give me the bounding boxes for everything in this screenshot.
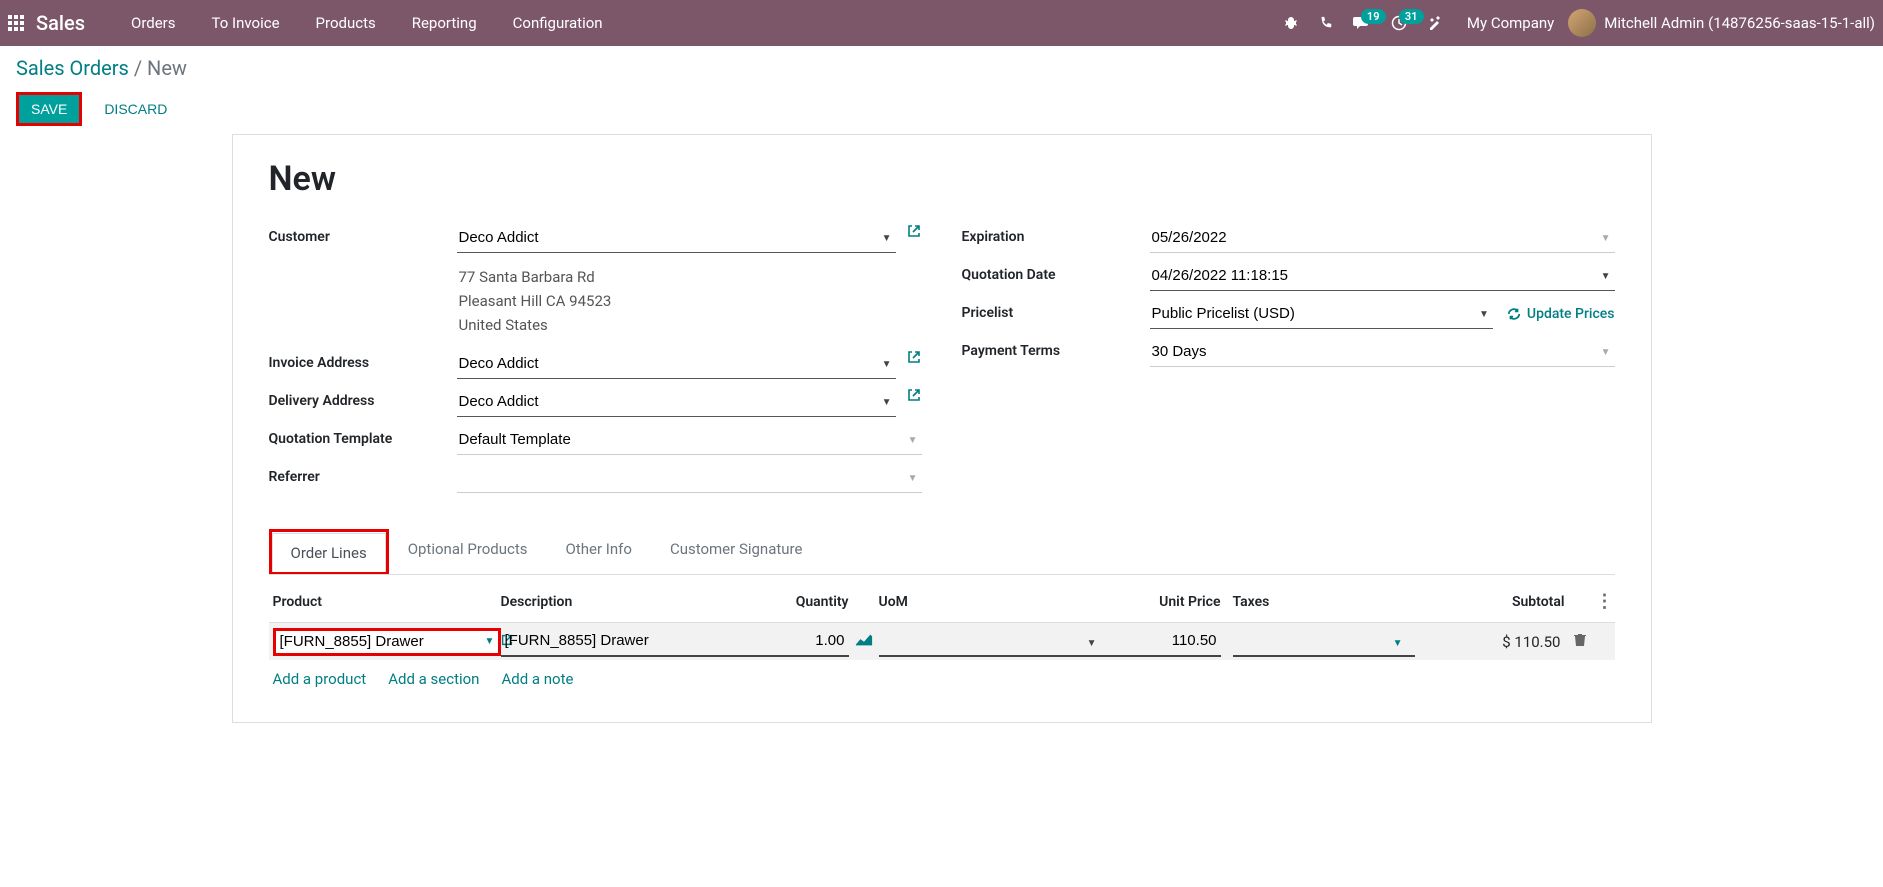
line-subtotal: $ 110.50 — [1415, 627, 1565, 657]
page-title: New — [269, 159, 1615, 199]
update-prices-label: Update Prices — [1527, 306, 1615, 322]
apps-icon[interactable] — [8, 15, 24, 31]
add-links: Add a product Add a section Add a note — [269, 660, 1615, 698]
highlight-product-cell: ▼ — [273, 628, 501, 656]
menu-orders[interactable]: Orders — [113, 14, 194, 32]
line-unit-price-input[interactable] — [1101, 626, 1221, 657]
tab-customer-signature[interactable]: Customer Signature — [651, 529, 822, 574]
breadcrumb-current: New — [147, 56, 187, 80]
delete-line-icon[interactable] — [1565, 633, 1595, 651]
quotation-template-input[interactable] — [457, 425, 922, 455]
form-col-left: Customer ▼ 77 Santa Barbara Rd — [269, 223, 922, 501]
forecast-icon[interactable] — [849, 633, 879, 651]
referrer-label: Referrer — [269, 463, 457, 485]
col-quantity: Quantity — [741, 594, 849, 610]
col-uom: UoM — [879, 594, 1101, 610]
quotation-date-input[interactable] — [1150, 261, 1615, 291]
chevron-down-icon: ▼ — [485, 636, 495, 647]
update-prices-button[interactable]: Update Prices — [1507, 306, 1615, 322]
add-section-link[interactable]: Add a section — [388, 670, 479, 688]
menu-products[interactable]: Products — [298, 14, 394, 32]
tab-order-lines[interactable]: Order Lines — [272, 533, 386, 572]
template-label: Quotation Template — [269, 425, 457, 447]
table-header: Product Description Quantity UoM Unit Pr… — [269, 581, 1615, 623]
highlight-save: SAVE — [16, 92, 82, 126]
invoice-label: Invoice Address — [269, 349, 457, 371]
main-navbar: Sales Orders To Invoice Products Reporti… — [0, 0, 1883, 46]
menu-reporting[interactable]: Reporting — [394, 14, 495, 32]
pricelist-label: Pricelist — [962, 299, 1150, 321]
expiration-input[interactable] — [1150, 223, 1615, 253]
order-lines-table: Product Description Quantity UoM Unit Pr… — [269, 581, 1615, 698]
tabs: Order Lines Optional Products Other Info… — [269, 529, 1615, 575]
customer-input[interactable] — [457, 223, 896, 253]
customer-address: 77 Santa Barbara Rd Pleasant Hill CA 945… — [457, 261, 922, 341]
activities-icon[interactable]: 31 — [1381, 15, 1417, 31]
form-col-right: Expiration ▼ Quotation Date ▼ Pricelist — [962, 223, 1615, 501]
avatar[interactable] — [1568, 9, 1596, 37]
line-quantity-input[interactable] — [741, 626, 849, 657]
tab-optional-products[interactable]: Optional Products — [389, 529, 547, 574]
add-note-link[interactable]: Add a note — [501, 670, 573, 688]
tab-other-info[interactable]: Other Info — [547, 529, 651, 574]
line-description-input[interactable] — [501, 626, 741, 657]
external-link-icon[interactable] — [906, 223, 922, 243]
control-bar: Sales Orders / New SAVE DISCARD — [0, 46, 1883, 126]
line-uom-input[interactable] — [879, 626, 1101, 657]
quote-date-label: Quotation Date — [962, 261, 1150, 283]
table-row: ▼ ▼ ▼ — [269, 623, 1615, 660]
debug-icon[interactable] — [1273, 15, 1309, 31]
terms-label: Payment Terms — [962, 337, 1150, 359]
pricelist-input[interactable] — [1150, 299, 1493, 329]
tools-icon[interactable] — [1417, 15, 1453, 31]
line-product-input[interactable] — [280, 633, 479, 650]
discard-button[interactable]: DISCARD — [96, 95, 175, 123]
columns-menu-icon[interactable]: ⋮ — [1596, 591, 1614, 612]
breadcrumb: Sales Orders / New — [16, 56, 1867, 80]
col-unit-price: Unit Price — [1101, 594, 1221, 610]
highlight-order-lines: Order Lines — [269, 529, 389, 574]
breadcrumb-root[interactable]: Sales Orders — [16, 56, 129, 80]
col-subtotal: Subtotal — [1415, 594, 1565, 610]
delivery-label: Delivery Address — [269, 387, 457, 409]
col-product: Product — [269, 594, 501, 610]
menu-to-invoice[interactable]: To Invoice — [194, 14, 298, 32]
expiration-label: Expiration — [962, 223, 1150, 245]
username[interactable]: Mitchell Admin (14876256-saas-15-1-all) — [1604, 14, 1875, 32]
external-link-icon[interactable] — [906, 349, 922, 379]
app-brand[interactable]: Sales — [36, 11, 85, 35]
add-product-link[interactable]: Add a product — [273, 670, 367, 688]
menu-configuration[interactable]: Configuration — [495, 14, 621, 32]
phone-icon[interactable] — [1309, 16, 1343, 30]
breadcrumb-sep: / — [134, 56, 142, 80]
delivery-address-input[interactable] — [457, 387, 896, 417]
referrer-input[interactable] — [457, 463, 922, 493]
col-taxes: Taxes — [1221, 594, 1415, 610]
form-sheet: New Customer ▼ — [232, 134, 1652, 723]
customer-label: Customer — [269, 223, 457, 245]
chevron-down-icon: ▼ — [1393, 638, 1403, 649]
payment-terms-input[interactable] — [1150, 337, 1615, 367]
save-button[interactable]: SAVE — [19, 95, 79, 123]
external-link-icon[interactable] — [906, 387, 922, 417]
col-description: Description — [501, 594, 741, 610]
invoice-address-input[interactable] — [457, 349, 896, 379]
line-taxes-input[interactable] — [1233, 626, 1415, 657]
company-selector[interactable]: My Company — [1453, 14, 1568, 32]
messages-icon[interactable]: 19 — [1343, 15, 1381, 31]
